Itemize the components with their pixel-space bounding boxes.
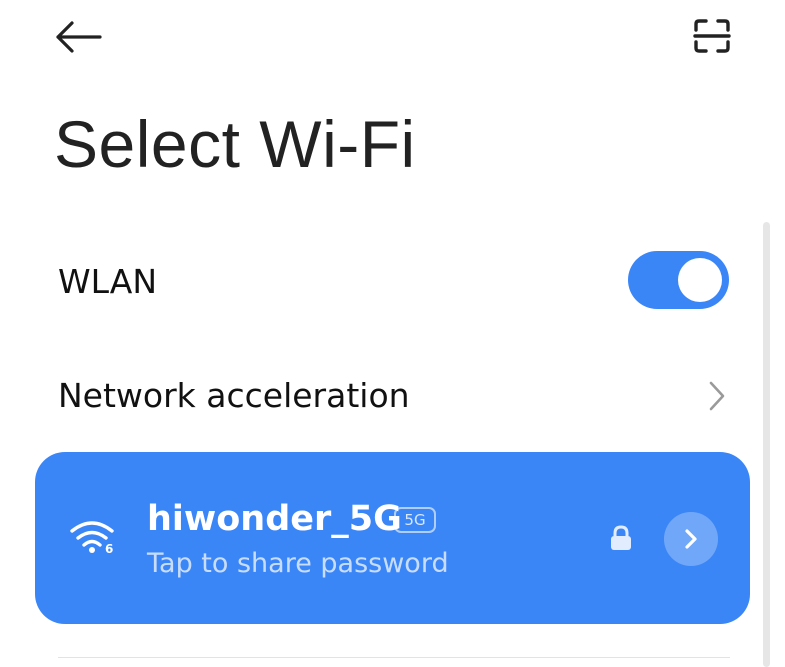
scan-qr-button[interactable] <box>686 12 738 60</box>
page-title: Select Wi-Fi <box>54 107 416 181</box>
network-acceleration-label: Network acceleration <box>58 376 410 415</box>
arrow-left-icon <box>56 21 102 53</box>
wifi-signal-icon: 6 <box>70 521 114 555</box>
divider <box>58 657 730 658</box>
lock-icon <box>611 525 631 550</box>
network-details-button[interactable] <box>664 512 718 566</box>
toggle-knob <box>678 258 722 302</box>
share-password-hint: Tap to share password <box>147 548 449 579</box>
band-badge: 5G <box>394 507 436 533</box>
scan-qr-icon <box>693 19 731 53</box>
chevron-right-icon <box>685 529 697 549</box>
back-button[interactable] <box>52 14 112 60</box>
scrollbar[interactable] <box>763 222 770 667</box>
wifi-settings-screen: Select Wi-Fi WLAN Network acceleration 6… <box>0 0 785 667</box>
network-ssid: hiwonder_5G <box>147 499 402 539</box>
wlan-label: WLAN <box>58 262 158 301</box>
chevron-right-icon <box>709 381 725 411</box>
wlan-toggle[interactable] <box>628 251 729 309</box>
signal-badge: 6 <box>105 542 113 555</box>
